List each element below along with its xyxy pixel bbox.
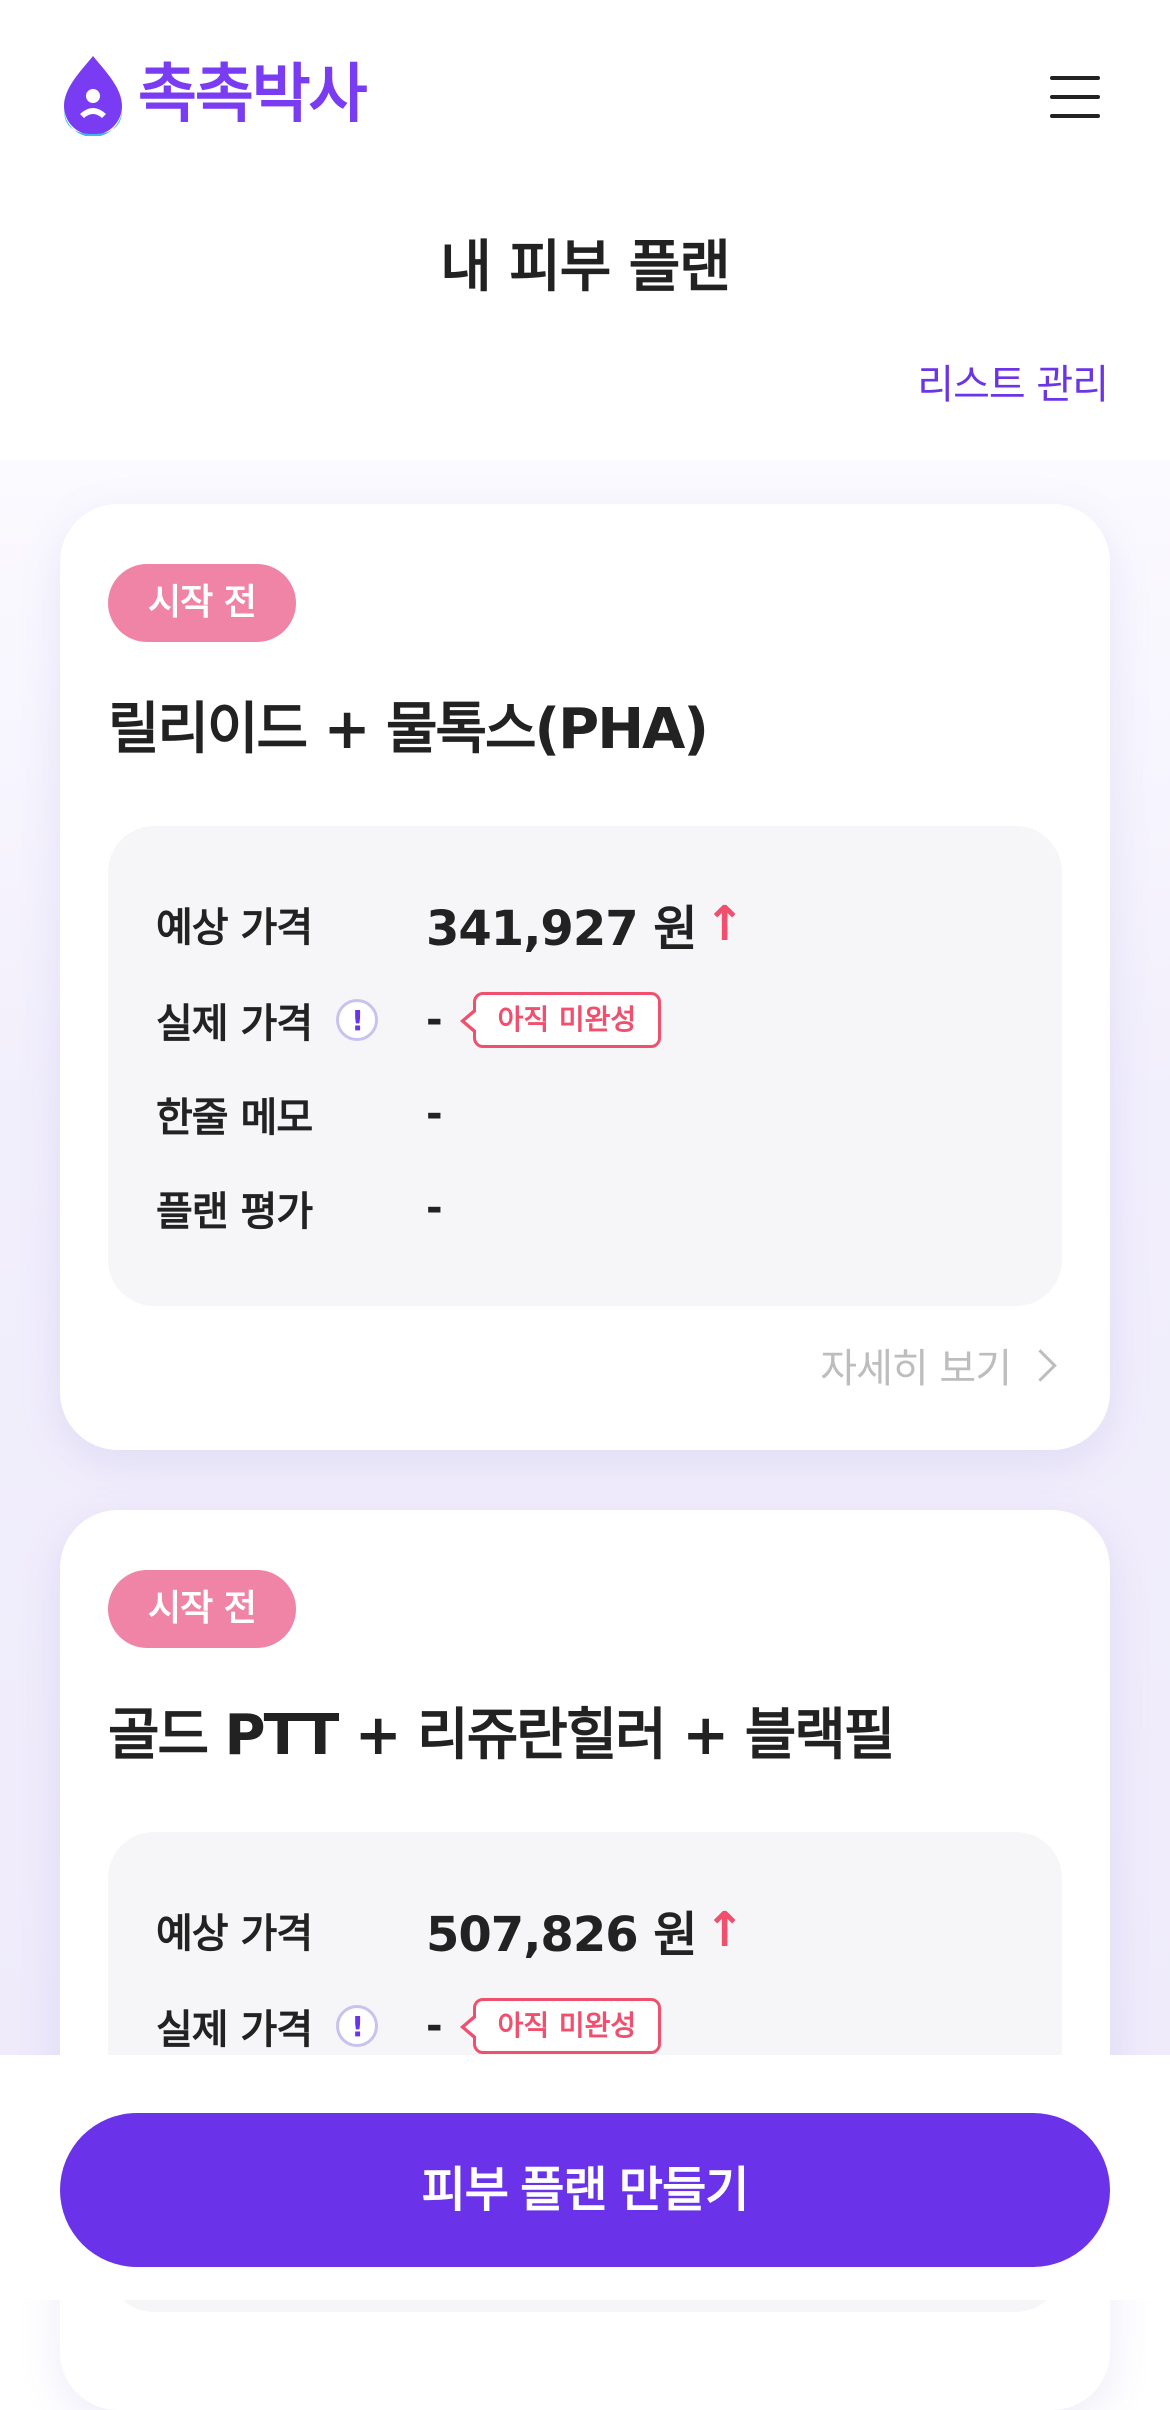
- list-manage-link[interactable]: 리스트 관리: [917, 352, 1109, 410]
- app-logo[interactable]: 촉촉박사: [58, 55, 368, 136]
- expected-price-label: 예상 가격: [156, 905, 313, 951]
- expected-price-amount: 341,927 원: [426, 901, 697, 957]
- status-badge: 시작 전: [108, 1570, 296, 1648]
- rating-label: 플랜 평가: [156, 1189, 313, 1235]
- memo-row: 한줄 메모 -: [156, 1084, 443, 1144]
- info-exclamation-icon[interactable]: !: [336, 999, 379, 1041]
- plan-card[interactable]: 시작 전 릴리이드 + 물톡스(PHA) 예상 가격 341,927 원 ↑ 실…: [60, 504, 1110, 1450]
- rating-value: -: [426, 1185, 443, 1231]
- details-label: 자세히 보기: [820, 1346, 1012, 1392]
- details-link[interactable]: 자세히 보기: [820, 1336, 1057, 1394]
- memo-label: 한줄 메모: [156, 1095, 313, 1141]
- price-up-arrow-icon: ↑: [704, 896, 745, 952]
- price-up-arrow-icon: ↑: [704, 1902, 745, 1958]
- expected-price-amount: 507,826 원: [426, 1907, 697, 1963]
- expected-price-value: 507,826 원 ↑: [426, 1895, 745, 1965]
- actual-price-row: 실제 가격 ! - 아직 미완성: [156, 990, 662, 1050]
- info-exclamation-icon[interactable]: !: [336, 2005, 379, 2047]
- create-skin-plan-button[interactable]: 피부 플랜 만들기: [60, 2113, 1110, 2267]
- expected-price-row: 예상 가격 507,826 원 ↑: [156, 1900, 745, 1963]
- page-title: 내 피부 플랜: [440, 235, 731, 300]
- app-header: 촉촉박사: [0, 0, 1170, 190]
- memo-value: -: [426, 1091, 443, 1137]
- logo-text: 촉촉박사: [138, 58, 368, 132]
- actual-price-label-group: 실제 가격 !: [156, 991, 426, 1049]
- bottom-action-bar: 피부 플랜 만들기: [0, 2055, 1170, 2300]
- expected-price-row: 예상 가격 341,927 원 ↑: [156, 894, 745, 957]
- status-badge: 시작 전: [108, 564, 296, 642]
- water-drop-logo-icon: [64, 56, 122, 136]
- actual-price-label: 실제 가격: [156, 1001, 313, 1047]
- expected-price-label: 예상 가격: [156, 1911, 313, 1957]
- actual-price-value: -: [426, 2003, 443, 2049]
- actual-price-row: 실제 가격 ! - 아직 미완성: [156, 1996, 662, 2056]
- actual-price-value-group: - 아직 미완성: [426, 992, 662, 1048]
- chevron-right-icon: [1024, 1348, 1057, 1382]
- expected-price-value: 341,927 원 ↑: [426, 889, 745, 959]
- actual-price-label: 실제 가격: [156, 2007, 313, 2053]
- plan-title: 릴리이드 + 물톡스(PHA): [108, 697, 709, 762]
- actual-price-label-group: 실제 가격 !: [156, 1997, 426, 2055]
- actual-price-value-group: - 아직 미완성: [426, 1998, 662, 2054]
- incomplete-tooltip: 아직 미완성: [459, 992, 662, 1048]
- actual-price-value: -: [426, 997, 443, 1043]
- rating-row: 플랜 평가 -: [156, 1178, 443, 1238]
- plan-info-box: 예상 가격 341,927 원 ↑ 실제 가격 ! - 아직 미완성 한줄 메모…: [108, 826, 1062, 1306]
- plan-title: 골드 PTT + 리쥬란힐러 + 블랙필: [108, 1703, 895, 1768]
- incomplete-tooltip: 아직 미완성: [459, 1998, 662, 2054]
- hamburger-menu-icon[interactable]: [1050, 76, 1100, 118]
